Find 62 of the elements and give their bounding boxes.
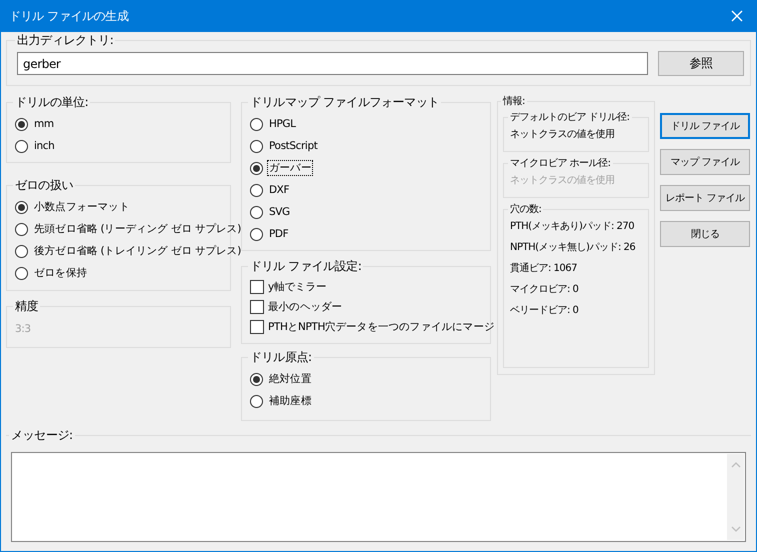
action-button[interactable]: レポート ファイル — [660, 185, 750, 211]
group-label: ドリルマップ ファイルフォーマット — [249, 94, 440, 111]
radio-option[interactable]: 補助座標 — [250, 390, 314, 412]
radio-option[interactable]: SVG — [250, 201, 292, 223]
group-label: 出力ディレクトリ: — [16, 32, 114, 49]
group-label: メッセージ: — [10, 427, 74, 444]
window-title: ドリル ファイルの生成 — [9, 8, 128, 24]
info-text: ベリードビア: 0 — [510, 304, 578, 318]
group-label: ドリル原点: — [249, 349, 313, 366]
radio-button[interactable] — [250, 140, 263, 152]
radio-button[interactable] — [250, 162, 263, 174]
radio-button[interactable] — [15, 266, 28, 280]
radio-button[interactable] — [250, 118, 263, 130]
group-label: デフォルトのビア ドリル径: — [509, 111, 631, 124]
group-label: ゼロの扱い — [14, 177, 74, 194]
info-text: 貫通ビア: 1067 — [510, 262, 577, 276]
radio-option[interactable]: ゼロを保持 — [15, 262, 90, 284]
message-area[interactable] — [11, 452, 746, 542]
group-label: マイクロビア ホール径: — [509, 157, 612, 170]
info-text: ネットクラスの値を使用 — [510, 128, 614, 142]
group-label: ドリル ファイル設定: — [249, 258, 362, 275]
radio-option[interactable]: 後方ゼロ省略 (トレイリング ゼロ サプレス) — [15, 240, 244, 262]
group-label: 穴の数: — [509, 202, 542, 216]
radio-option[interactable]: mm — [15, 113, 56, 135]
radio-option[interactable]: PDF — [250, 223, 290, 245]
info-text: ネットクラスの値を使用 — [510, 174, 614, 188]
group-label: ドリルの単位: — [14, 94, 90, 111]
radio-option[interactable]: 先頭ゼロ省略 (リーディング ゼロ サプレス) — [15, 218, 244, 240]
radio-button[interactable] — [15, 244, 28, 258]
radio-button[interactable] — [15, 200, 28, 214]
checkbox-option[interactable]: y軸でミラー — [250, 277, 327, 297]
checkbox[interactable] — [250, 320, 264, 334]
checkbox[interactable] — [250, 280, 264, 294]
action-button[interactable]: マップ ファイル — [660, 149, 750, 175]
precision-value: 3:3 — [15, 322, 32, 335]
radio-option[interactable]: 絶対位置 — [250, 368, 314, 390]
radio-button[interactable] — [250, 372, 263, 386]
radio-option[interactable]: HPGL — [250, 113, 298, 135]
radio-button[interactable] — [250, 184, 263, 196]
group-label: 精度 — [14, 298, 40, 315]
radio-option[interactable]: inch — [15, 135, 56, 157]
info-text: NPTH(メッキ無し)パッド: 26 — [510, 241, 636, 255]
directory-field[interactable]: gerber — [17, 52, 648, 75]
info-text: マイクロビア: 0 — [510, 283, 578, 297]
close-icon[interactable] — [731, 10, 743, 22]
radio-button[interactable] — [15, 222, 28, 236]
action-button[interactable]: ドリル ファイル — [660, 113, 750, 139]
info-text: PTH(メッキあり)パッド: 270 — [510, 220, 634, 234]
checkbox[interactable] — [250, 300, 264, 314]
radio-button[interactable] — [250, 394, 263, 408]
radio-button[interactable] — [250, 228, 263, 240]
checkbox-option[interactable]: 最小のヘッダー — [250, 297, 342, 317]
radio-option[interactable]: PostScript — [250, 135, 320, 157]
radio-button[interactable] — [15, 140, 28, 152]
browse-button[interactable]: 参照 — [658, 51, 744, 76]
radio-button[interactable] — [15, 118, 28, 130]
checkbox-option[interactable]: PTHとNPTH穴データを一つのファイルにマージ — [250, 317, 495, 337]
action-button[interactable]: 閉じる — [660, 221, 750, 247]
radio-option[interactable]: DXF — [250, 179, 292, 201]
radio-option[interactable]: 小数点フォーマット — [15, 196, 132, 218]
radio-button[interactable] — [250, 206, 263, 218]
group-label: 情報: — [502, 94, 526, 108]
